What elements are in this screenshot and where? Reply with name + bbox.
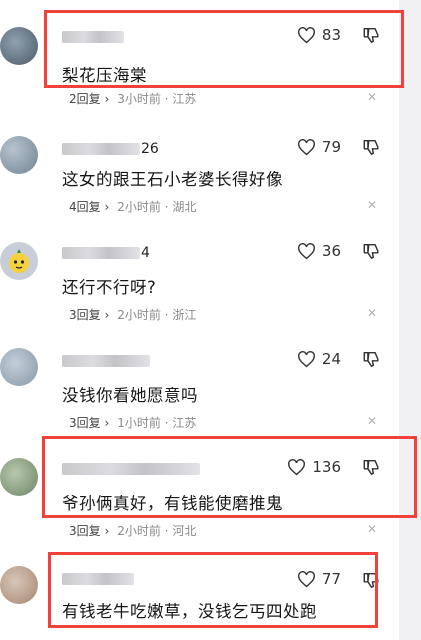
thumbs-down-icon[interactable] [362, 242, 381, 260]
close-icon[interactable]: ✕ [367, 414, 377, 428]
thumbs-down-icon[interactable] [362, 138, 381, 156]
comment-item: 26 79 这女的跟王石小老婆长得好像 4回复 › 2小时前 · 湖北 ✕ [0, 136, 399, 236]
avatar[interactable] [0, 566, 38, 604]
comment-meta: 3回复 › 1小时前 · 江苏 [69, 414, 197, 431]
thumbs-down-icon[interactable] [362, 350, 381, 368]
chevron-right-icon: › [104, 524, 110, 538]
username[interactable] [62, 354, 151, 368]
avatar[interactable] [0, 136, 38, 174]
username[interactable]: 4 [62, 246, 150, 260]
close-icon[interactable]: ✕ [367, 198, 377, 212]
comment-item: 24 没钱你看她愿意吗 3回复 › 1小时前 · 江苏 ✕ [0, 348, 399, 448]
comment-text: 没钱你看她愿意吗 [62, 386, 198, 405]
close-icon[interactable]: ✕ [367, 306, 377, 320]
comment-text: 这女的跟王石小老婆长得好像 [62, 170, 283, 189]
highlight-box [48, 552, 378, 628]
like-count: 79 [321, 138, 341, 156]
like-button[interactable]: 24 [297, 350, 341, 368]
heart-outline-icon [297, 138, 315, 155]
like-button[interactable]: 36 [297, 242, 341, 260]
chevron-right-icon: › [104, 200, 110, 214]
highlight-box [44, 10, 404, 88]
comment-meta: 3回复 › 2小时前 · 浙江 [69, 306, 197, 323]
chevron-right-icon: › [104, 92, 110, 106]
reply-count-link[interactable]: 3回复 › [69, 306, 109, 323]
username-blur [62, 143, 140, 155]
heart-outline-icon [297, 242, 315, 259]
avatar[interactable] [0, 348, 38, 386]
chevron-right-icon: › [104, 308, 110, 322]
avatar[interactable] [0, 27, 38, 65]
username-blur [62, 247, 140, 259]
heart-outline-icon [297, 350, 315, 367]
reply-count-link[interactable]: 2回复 › [69, 90, 109, 107]
like-count: 24 [321, 350, 341, 368]
username[interactable]: 26 [62, 142, 159, 156]
reply-count-link[interactable]: 3回复 › [69, 522, 109, 539]
like-count: 36 [321, 242, 341, 260]
avatar[interactable] [0, 458, 38, 496]
username-blur [62, 355, 150, 367]
close-icon[interactable]: ✕ [367, 90, 377, 104]
scroll-rail [399, 0, 421, 640]
reply-count-link[interactable]: 4回复 › [69, 198, 109, 215]
comment-item: 4 36 还行不行呀? 3回复 › 2小时前 · 浙江 ✕ [0, 240, 399, 340]
chevron-right-icon: › [104, 416, 110, 430]
close-icon[interactable]: ✕ [367, 522, 377, 536]
comment-text: 还行不行呀? [62, 278, 157, 297]
comment-meta: 2回复 › 3小时前 · 江苏 [69, 90, 197, 107]
like-button[interactable]: 79 [297, 138, 341, 156]
reply-count-link[interactable]: 3回复 › [69, 414, 109, 431]
comment-meta: 4回复 › 2小时前 · 湖北 [69, 198, 197, 215]
highlight-box [42, 436, 417, 518]
avatar[interactable] [0, 242, 38, 280]
comment-meta: 3回复 › 2小时前 · 河北 [69, 522, 197, 539]
avatar-mascot-icon [9, 249, 29, 273]
